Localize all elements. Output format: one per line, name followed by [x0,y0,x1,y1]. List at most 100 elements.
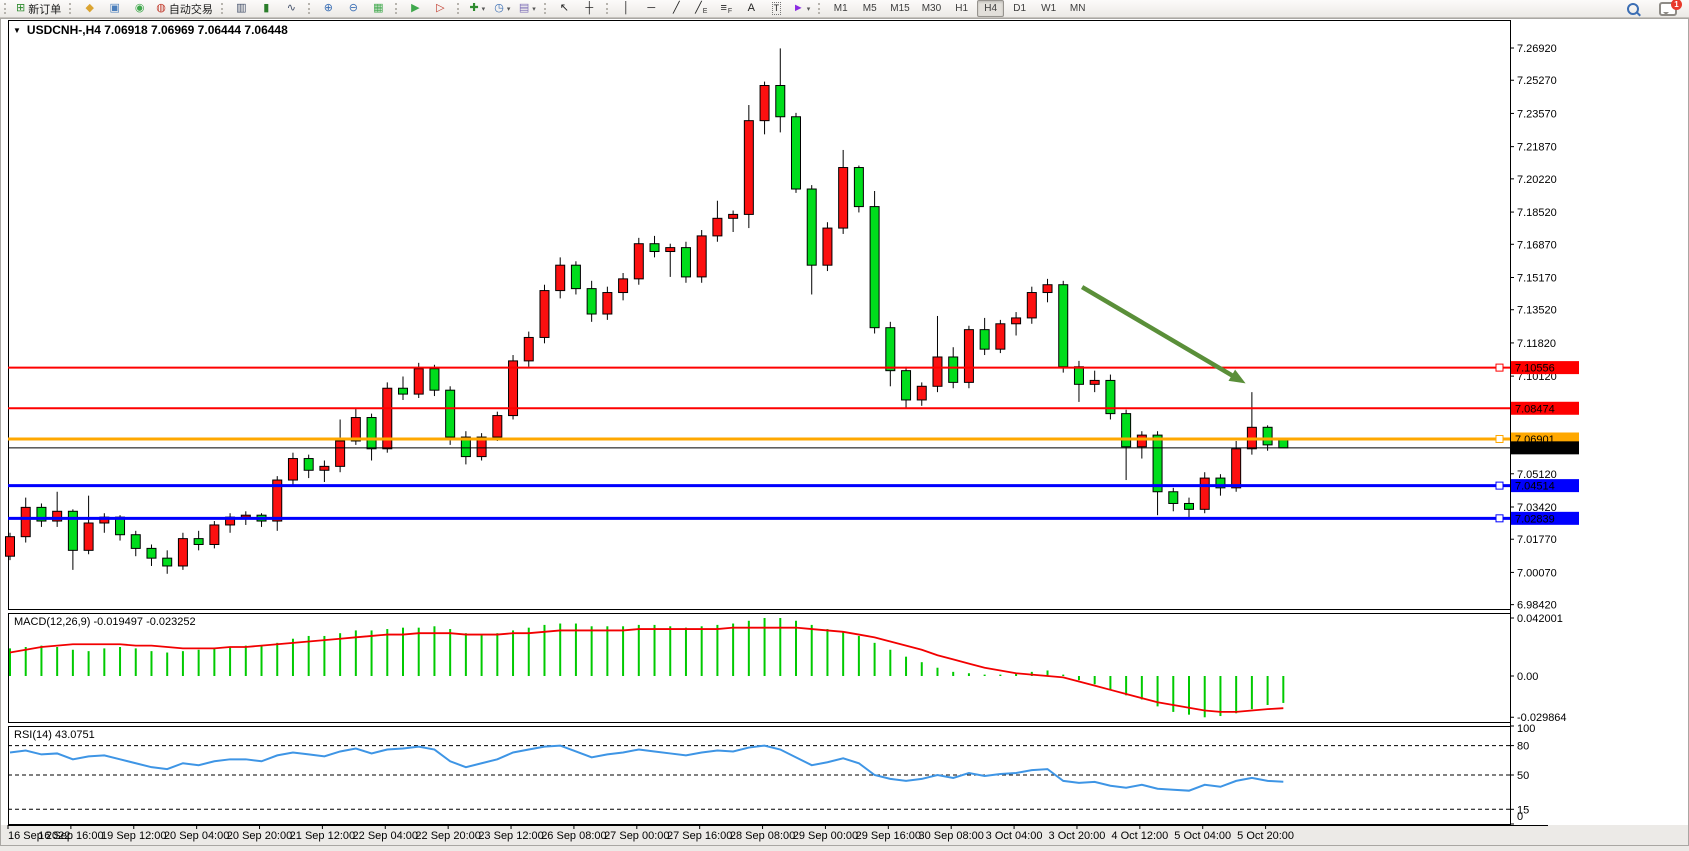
candle-body [1185,503,1194,509]
candle-body [1074,367,1083,385]
candle-body [996,324,1005,349]
level-line-marker[interactable] [1496,515,1503,522]
zoom-in-button[interactable]: ⊕ [317,0,340,17]
time-axis-label: 26 Sep 08:00 [541,830,606,842]
timeframe-button-w1[interactable]: W1 [1035,0,1062,17]
auto-scroll-button[interactable]: ▶ [404,0,427,17]
search-button[interactable] [1621,0,1644,17]
toolbar: ⊞新订单◆▣◉◍自动交易▥▮∿⊕⊖▦▶▷✚▾◷▾▤▾↖┼│─╱╱E≡FAT►▾M… [0,0,1689,18]
deposit-button[interactable]: ◆ [78,0,101,17]
candle-body [1232,449,1241,488]
candle-body [870,207,879,328]
time-axis-label: 27 Sep 16:00 [667,830,732,842]
candle-body [792,117,801,189]
candle-body [178,539,187,566]
arrows-button[interactable]: ►▾ [790,0,813,17]
candle-body [1137,435,1146,447]
market-watch-button[interactable]: ▣ [103,0,126,17]
candle-body [131,535,140,549]
signals-icon: ◉ [135,1,145,16]
timeframe-button-m1[interactable]: M1 [827,0,854,17]
candle-body [839,168,848,229]
candle-body [1200,478,1209,509]
timeframe-button-m15[interactable]: M15 [885,0,914,17]
toolbar-grip [69,3,74,14]
symbol-title-text: USDCNH-,H4 7.06918 7.06969 7.06444 7.064… [27,23,288,37]
crosshair-button[interactable]: ┼ [578,0,601,17]
fibonacci-icon: ≡ [720,1,726,16]
price-axis-label: 7.05120 [1517,469,1557,481]
trendline-button[interactable]: ╱ [665,0,688,17]
candle-body [854,168,863,207]
candle-body [6,537,15,557]
signals-button[interactable]: ◉ [128,0,151,17]
time-axis-label: 29 Sep 16:00 [856,830,921,842]
candle-body [320,466,329,470]
rsi-axis-label: 100 [1517,723,1535,735]
line-chart-icon: ∿ [287,1,296,16]
auto-trading-button[interactable]: ◍自动交易 [153,0,216,17]
text-button[interactable]: A [740,0,763,17]
candlestick-chart-button[interactable]: ▮ [255,0,278,17]
horizontal-line-icon: ─ [647,1,655,16]
timeframe-button-m5[interactable]: M5 [856,0,883,17]
candle-body [493,416,502,437]
search-icon [1627,3,1639,15]
level-line-marker[interactable] [1496,482,1503,489]
toolbar-grip [818,3,823,14]
chart-dropdown-icon: ▼ [13,26,21,35]
toolbar-grip [457,3,462,14]
vertical-line-button[interactable]: │ [615,0,638,17]
timeframe-button-mn[interactable]: MN [1064,0,1091,17]
line-chart-button[interactable]: ∿ [280,0,303,17]
bar-chart-button[interactable]: ▥ [230,0,253,17]
chevron-down-icon: ▾ [507,5,511,13]
zoom-out-button[interactable]: ⊖ [342,0,365,17]
fibonacci-button[interactable]: ≡F [715,0,738,17]
periods-button[interactable]: ◷▾ [491,0,514,17]
price-axis-label: 7.18520 [1517,207,1557,219]
candle-body [603,293,612,314]
chart-shift-button[interactable]: ▷ [429,0,452,17]
timeframe-button-h4[interactable]: H4 [977,0,1004,17]
text-icon: A [748,1,755,16]
equidistant-channel-sub-icon: E [703,7,708,16]
candle-body [776,86,785,117]
time-axis-label: 3 Oct 04:00 [986,830,1043,842]
notifications-button[interactable]: 1 [1656,0,1680,17]
symbol-title[interactable]: ▼ USDCNH-,H4 7.06918 7.06969 7.06444 7.0… [13,23,288,37]
macd-pane [9,614,1511,723]
rsi-axis-label: 80 [1517,741,1529,753]
bar-chart-icon: ▥ [236,1,246,16]
toolbar-grip [221,3,226,14]
tile-windows-icon: ▦ [373,1,383,16]
chevron-down-icon: ▾ [807,5,811,13]
tile-windows-button[interactable]: ▦ [367,0,390,17]
price-axis-label: 7.13520 [1517,305,1557,317]
price-axis-label: 7.00070 [1517,567,1557,579]
zoom-out-icon: ⊖ [349,1,358,16]
time-axis-label: 16 Sep 16:00 [38,830,103,842]
level-line-marker[interactable] [1496,435,1503,442]
timeframe-button-h1[interactable]: H1 [948,0,975,17]
timeframe-button-d1[interactable]: D1 [1006,0,1033,17]
toolbar-grip [395,3,400,14]
horizontal-line-button[interactable]: ─ [640,0,663,17]
indicators-button[interactable]: ✚▾ [466,0,489,17]
equidistant-channel-button[interactable]: ╱E [690,0,713,17]
cursor-button[interactable]: ↖ [553,0,576,17]
fibonacci-sub-icon: F [728,7,732,16]
candle-body [619,279,628,293]
level-line-marker[interactable] [1496,364,1503,371]
candle-body [288,459,297,480]
text-label-button[interactable]: T [765,0,788,17]
auto-trading-button-label: 自动交易 [169,1,213,17]
candle-body [1090,380,1099,384]
toolbar-grip [4,3,9,14]
timeframe-button-m30[interactable]: M30 [917,0,946,17]
price-axis-label: 7.01770 [1517,534,1557,546]
candle-body [917,386,926,400]
templates-button[interactable]: ▤▾ [516,0,539,17]
new-order-button[interactable]: ⊞新订单 [13,0,64,17]
trendline-icon: ╱ [673,1,680,16]
